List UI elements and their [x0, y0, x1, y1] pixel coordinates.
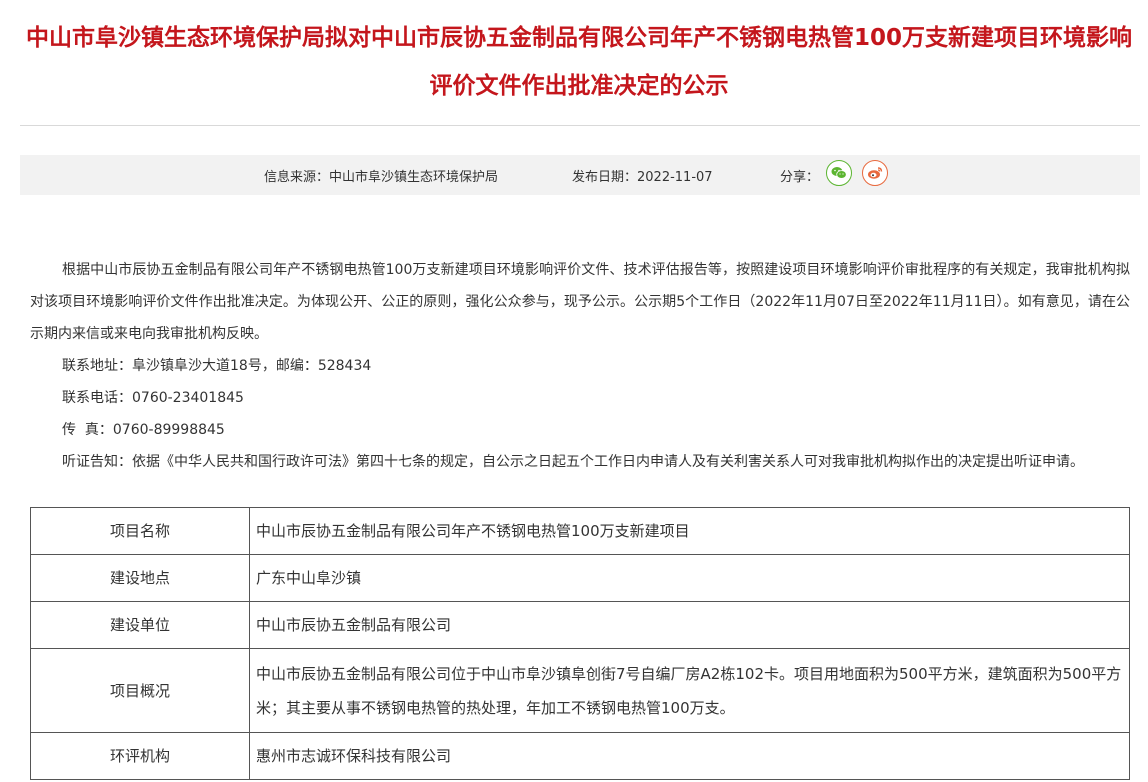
- info-source-value: 中山市阜沙镇生态环境保护局: [329, 170, 499, 185]
- wechat-share-button[interactable]: [826, 160, 852, 186]
- table-row: 环评机构 惠州市志诚环保科技有限公司: [30, 732, 1130, 780]
- table-row: 建设单位 中山市辰协五金制品有限公司: [30, 601, 1130, 649]
- table-value: 中山市辰协五金制品有限公司: [249, 601, 1130, 649]
- table-row: 项目名称 中山市辰协五金制品有限公司年产不锈钢电热管100万支新建项目: [30, 507, 1130, 555]
- table-key: 项目名称: [30, 507, 250, 555]
- table-value: 广东中山阜沙镇: [249, 554, 1130, 602]
- info-date-value: 2022-11-07: [637, 170, 713, 185]
- weibo-icon: [868, 167, 883, 179]
- table-key: 环评机构: [30, 732, 250, 780]
- wechat-icon: [831, 167, 847, 179]
- contact-phone: 联系电话：0760-23401845: [62, 390, 244, 406]
- notice-body: 根据中山市辰协五金制品有限公司年产不锈钢电热管100万支新建项目环境影响评价文件…: [30, 254, 1130, 478]
- info-date: 发布日期：2022-11-07: [572, 166, 713, 185]
- table-key: 建设单位: [30, 601, 250, 649]
- title-divider: [20, 125, 1140, 126]
- notice-paragraph: 根据中山市辰协五金制品有限公司年产不锈钢电热管100万支新建项目环境影响评价文件…: [30, 262, 1130, 342]
- info-source-label: 信息来源：: [264, 170, 330, 185]
- info-source: 信息来源：中山市阜沙镇生态环境保护局: [264, 166, 498, 185]
- table-key: 建设地点: [30, 554, 250, 602]
- table-value: 中山市辰协五金制品有限公司年产不锈钢电热管100万支新建项目: [249, 507, 1130, 555]
- share-label: 分享：: [780, 170, 820, 185]
- page: 中山市阜沙镇生态环境保护局拟对中山市辰协五金制品有限公司年产不锈钢电热管100万…: [0, 0, 1148, 782]
- info-date-label: 发布日期：: [572, 170, 638, 185]
- page-title: 中山市阜沙镇生态环境保护局拟对中山市辰协五金制品有限公司年产不锈钢电热管100万…: [25, 25, 1132, 99]
- contact-address: 联系地址：阜沙镇阜沙大道18号，邮编：528434: [62, 358, 372, 374]
- table-row: 项目概况 中山市辰协五金制品有限公司位于中山市阜沙镇阜创街7号自编厂房A2栋10…: [30, 648, 1130, 733]
- table-key: 项目概况: [30, 648, 250, 733]
- table-row: 建设地点 广东中山阜沙镇: [30, 554, 1130, 602]
- table-value: 惠州市志诚环保科技有限公司: [249, 732, 1130, 780]
- weibo-share-button[interactable]: [862, 160, 888, 186]
- project-details-table: 项目名称 中山市辰协五金制品有限公司年产不锈钢电热管100万支新建项目 建设地点…: [30, 507, 1130, 780]
- contact-fax: 传 真：0760-89998845: [62, 422, 225, 438]
- hearing-notice: 听证告知：依据《中华人民共和国行政许可法》第四十七条的规定，自公示之日起五个工作…: [62, 454, 1084, 470]
- info-bar: 信息来源：中山市阜沙镇生态环境保护局 发布日期：2022-11-07 分享：: [20, 155, 1140, 195]
- table-value: 中山市辰协五金制品有限公司位于中山市阜沙镇阜创街7号自编厂房A2栋102卡。项目…: [249, 648, 1130, 733]
